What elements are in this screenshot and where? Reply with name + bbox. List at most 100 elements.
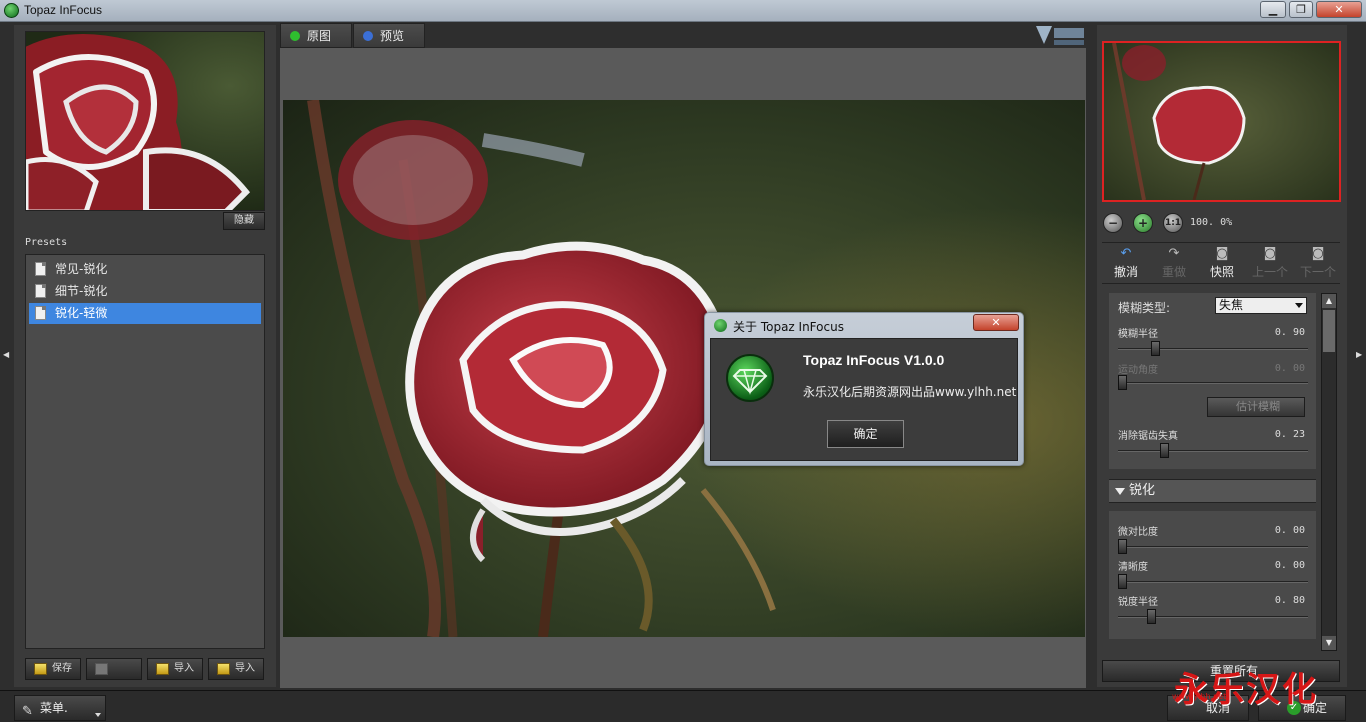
slider-thumb[interactable] <box>1118 574 1127 589</box>
sharpen-section-header[interactable]: 锐化 <box>1109 479 1316 503</box>
preset-item[interactable]: 常见-锐化 <box>29 259 261 280</box>
minimize-button[interactable]: ▁ <box>1260 1 1286 18</box>
hide-button[interactable]: 隐藏 <box>223 212 265 230</box>
tool-label: 上一个 <box>1251 265 1288 279</box>
export-preset-button[interactable]: 导入 <box>208 658 264 680</box>
app-window: Topaz InFocus ▁ ❐ ✕ 隐藏 Presets 常见-锐化 细节-… <box>0 0 1366 722</box>
menu-label: 菜单. <box>40 701 68 715</box>
tab-label: 预览 <box>380 29 405 43</box>
maximize-button[interactable]: ❐ <box>1289 1 1313 18</box>
preset-label: 常见-锐化 <box>55 262 108 276</box>
blur-radius-slider[interactable] <box>1118 341 1308 356</box>
blur-type-select[interactable]: 失焦 <box>1215 297 1307 314</box>
clarity-label: 清晰度 <box>1118 562 1148 573</box>
document-icon <box>35 306 46 320</box>
tab-preview[interactable]: 预览 <box>353 23 425 48</box>
button-label: 导入 <box>174 663 194 674</box>
clarity-slider[interactable] <box>1118 574 1308 589</box>
box-icon <box>34 663 47 675</box>
box-icon <box>156 663 169 675</box>
motion-angle-value: 0. 00 <box>1274 363 1305 374</box>
sharpen-radius-value: 0. 80 <box>1274 595 1305 606</box>
motion-angle-label: 运动角度 <box>1118 365 1158 376</box>
preset-item-selected[interactable]: 锐化-轻微 <box>29 303 261 324</box>
sharpen-settings: 微对比度 0. 00 清晰度 0. 00 锐度半径 0. 80 <box>1109 511 1316 639</box>
collapse-left-arrow[interactable]: ◀ <box>3 350 11 360</box>
slider-thumb[interactable] <box>1160 443 1169 458</box>
left-panel: 隐藏 Presets 常见-锐化 细节-锐化 锐化-轻微 保存 导入 导入 <box>14 25 276 687</box>
scroll-down-arrow[interactable]: ▼ <box>1322 636 1336 650</box>
undo-button[interactable]: ↶ 撤消 <box>1106 247 1146 281</box>
dialog-close-button[interactable]: ✕ <box>973 314 1019 331</box>
preset-buttons: 保存 导入 导入 <box>25 658 265 680</box>
micro-contrast-slider[interactable] <box>1118 539 1308 554</box>
next-button[interactable]: ◙ 下一个 <box>1298 247 1338 281</box>
view-tabs: 原图 预览 <box>280 22 1086 48</box>
tab-dot-icon <box>290 31 300 41</box>
tool-label: 快照 <box>1209 265 1234 279</box>
antialias-label: 消除锯齿失真 <box>1118 431 1178 442</box>
previous-button[interactable]: ◙ 上一个 <box>1250 247 1290 281</box>
watermark-url: www.ylhh.net <box>1172 692 1227 701</box>
zoom-fit-button[interactable]: 1:1 <box>1163 213 1183 233</box>
app-logo-icon <box>4 3 19 18</box>
import-preset-button[interactable]: 导入 <box>147 658 203 680</box>
estimate-blur-button[interactable]: 估计模糊 <box>1207 397 1305 417</box>
preset-item[interactable]: 细节-锐化 <box>29 281 261 302</box>
blur-radius-value: 0. 90 <box>1274 327 1305 338</box>
tab-dot-icon <box>363 31 373 41</box>
button-label: 导入 <box>235 663 255 674</box>
presets-list: 常见-锐化 细节-锐化 锐化-轻微 <box>25 254 265 649</box>
settings-panel: 模糊类型: 失焦 模糊半径 0. 90 运动角度 0. 00 估计模糊 消除锯齿… <box>1109 293 1337 653</box>
about-subtitle: 永乐汉化后期资源网出品www.ylhh.net <box>803 385 1017 399</box>
sharpen-radius-label: 锐度半径 <box>1118 597 1158 608</box>
tool-label: 撤消 <box>1113 265 1138 279</box>
app-logo-icon <box>714 319 727 332</box>
undo-icon: ↶ <box>1120 246 1132 261</box>
camera-icon: ◙ <box>1215 246 1229 261</box>
micro-contrast-label: 微对比度 <box>1118 527 1158 538</box>
motion-angle-slider[interactable] <box>1118 375 1308 390</box>
settings-scrollbar[interactable]: ▲ ▼ <box>1321 293 1337 651</box>
slider-thumb[interactable] <box>1118 539 1127 554</box>
zoom-out-button[interactable]: − <box>1103 213 1123 233</box>
scroll-thumb[interactable] <box>1323 310 1335 352</box>
tool-label: 下一个 <box>1299 265 1336 279</box>
zoom-in-button[interactable]: + <box>1133 213 1153 233</box>
blur-radius-label: 模糊半径 <box>1118 329 1158 340</box>
slider-thumb[interactable] <box>1147 609 1156 624</box>
box-icon <box>217 663 230 675</box>
wrench-icon: ✎ <box>22 704 33 719</box>
micro-contrast-value: 0. 00 <box>1274 525 1305 536</box>
slider-thumb[interactable] <box>1118 375 1127 390</box>
tool-label: 重做 <box>1161 265 1186 279</box>
scroll-up-arrow[interactable]: ▲ <box>1322 294 1336 308</box>
navigator-thumbnail[interactable] <box>1102 41 1341 202</box>
dropdown-caret-icon <box>95 713 101 717</box>
close-button[interactable]: ✕ <box>1316 1 1362 18</box>
collapse-right-arrow[interactable]: ▶ <box>1356 350 1364 360</box>
redo-button[interactable]: ↷ 重做 <box>1154 247 1194 281</box>
dialog-title: 关于 Topaz InFocus <box>733 320 844 334</box>
dialog-body: Topaz InFocus V1.0.0 永乐汉化后期资源网出品www.ylhh… <box>710 338 1018 461</box>
about-ok-button[interactable]: 确定 <box>827 420 904 448</box>
menu-button[interactable]: ✎ 菜单. <box>14 695 106 721</box>
antialias-slider[interactable] <box>1118 443 1308 458</box>
title-bar: Topaz InFocus ▁ ❐ ✕ <box>0 0 1366 22</box>
zoom-value: 100. 0% <box>1190 217 1233 228</box>
sharpen-radius-slider[interactable] <box>1118 609 1308 624</box>
camera-icon: ◙ <box>1263 246 1277 261</box>
camera-icon: ◙ <box>1311 246 1325 261</box>
delete-preset-button[interactable] <box>86 658 142 680</box>
slider-thumb[interactable] <box>1151 341 1160 356</box>
topaz-diamond-logo-icon <box>726 354 774 402</box>
blur-type-label: 模糊类型: <box>1118 301 1171 315</box>
save-preset-button[interactable]: 保存 <box>25 658 81 680</box>
history-toolbar: ↶ 撤消 ↷ 重做 ◙ 快照 ◙ 上一个 ◙ 下一个 <box>1102 242 1340 284</box>
snapshot-button[interactable]: ◙ 快照 <box>1202 247 1242 281</box>
preset-preview-thumbnail <box>25 31 265 211</box>
window-title: Topaz InFocus <box>24 3 103 17</box>
document-icon <box>35 262 46 276</box>
topaz-labs-logo <box>1036 26 1084 45</box>
tab-original[interactable]: 原图 <box>280 23 352 48</box>
